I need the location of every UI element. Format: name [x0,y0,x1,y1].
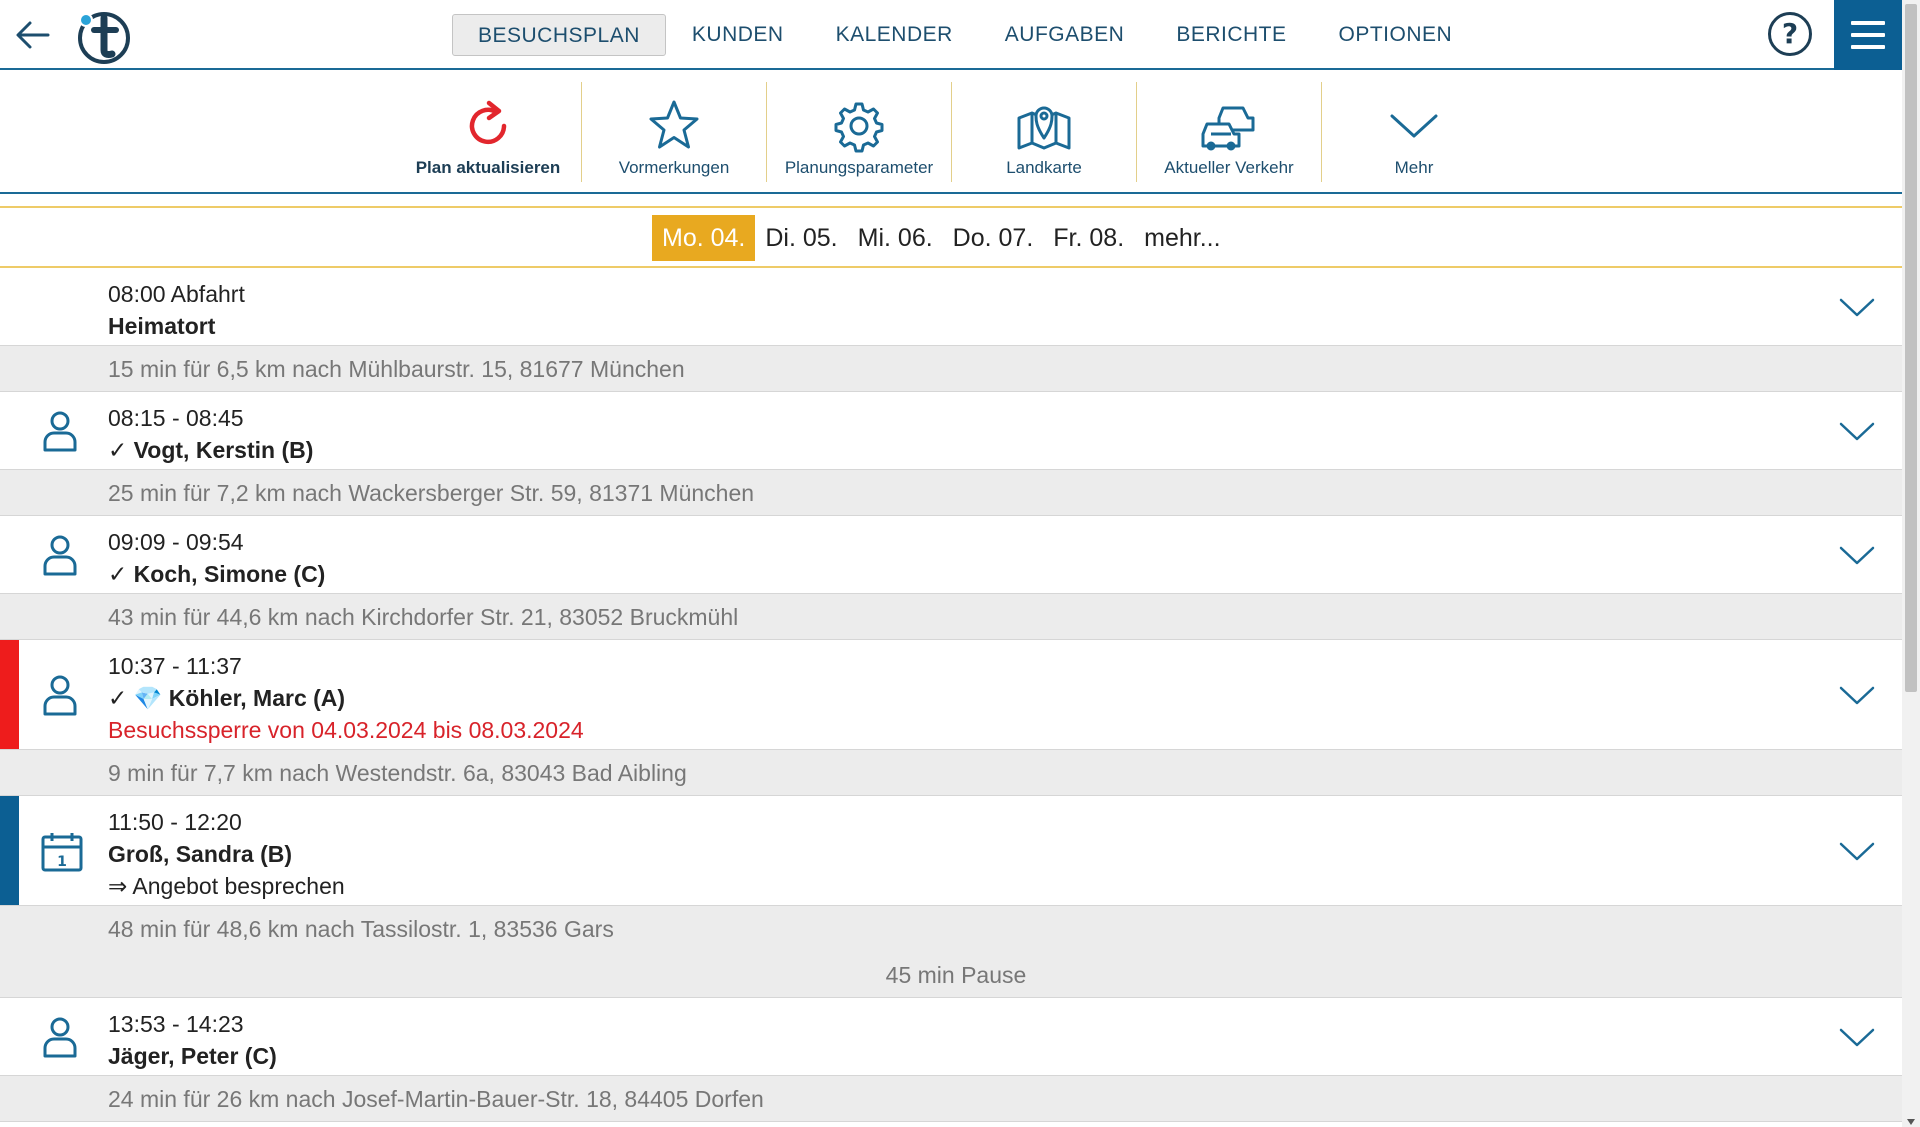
day-tabs: Mo. 04. Di. 05. Mi. 06. Do. 07. Fr. 08. … [652,215,1231,261]
visit-row[interactable]: 08:15 - 08:45 ✓ Vogt, Kerstin (B) [0,392,1902,470]
visit-name: Heimatort [108,313,216,339]
refresh-icon [469,100,507,145]
mehr-button[interactable]: Mehr [1322,82,1506,182]
visit-row[interactable]: 09:09 - 09:54 ✓ Koch, Simone (C) [0,516,1902,594]
status-stripe [0,796,19,905]
person-icon [43,675,77,716]
vormerkungen-button[interactable]: Vormerkungen [582,82,766,182]
day-tab-mi[interactable]: Mi. 06. [848,215,943,261]
nav-tab-aufgaben[interactable]: AUFGABEN [979,14,1151,56]
visit-time: 11:50 - 12:20 [108,809,242,835]
visit-row-departure[interactable]: 08:00 Abfahrt Heimatort [0,268,1902,346]
visit-text: 08:15 - 08:45 ✓ Vogt, Kerstin (B) [108,402,313,466]
expand-chevron-icon[interactable] [1838,1026,1876,1050]
nav-tab-optionen[interactable]: OPTIONEN [1313,14,1479,56]
plan-aktualisieren-button[interactable]: Plan aktualisieren [396,82,580,182]
visit-name: ✓ Koch, Simone (C) [108,561,326,587]
tool-label: Planungsparameter [784,158,934,177]
help-button[interactable]: ? [1768,12,1812,56]
back-arrow-icon[interactable] [12,14,54,56]
expand-chevron-icon[interactable] [1838,840,1876,864]
nav-tab-berichte[interactable]: BERICHTE [1150,14,1312,56]
visit-name: ✓ Vogt, Kerstin (B) [108,437,314,463]
tool-label: Aktueller Verkehr [1164,158,1294,177]
day-tab-fr[interactable]: Fr. 08. [1043,215,1134,261]
visit-text: 09:09 - 09:54 ✓ Koch, Simone (C) [108,526,325,590]
traffic-cars-icon [1201,106,1255,151]
aktueller-verkehr-button[interactable]: Aktueller Verkehr [1137,82,1321,182]
status-stripe [0,640,19,749]
route-text: 48 min für 48,6 km nach Tassilostr. 1, 8… [108,916,614,942]
expand-chevron-icon[interactable] [1838,420,1876,444]
visit-row-blocked[interactable]: 10:37 - 11:37 ✓ 💎 Köhler, Marc (A) Besuc… [0,640,1902,750]
visit-text: 11:50 - 12:20 Groß, Sandra (B) ⇒ Angebot… [108,806,345,902]
gear-icon [834,102,884,153]
tool-label: Vormerkungen [618,158,730,177]
visit-row[interactable]: 13:53 - 14:23 Jäger, Peter (C) [0,998,1902,1076]
visit-note: ⇒ Angebot besprechen [108,873,345,899]
scrollbar-thumb[interactable] [1905,4,1917,692]
landkarte-button[interactable]: Landkarte [952,82,1136,182]
nav-tab-besuchsplan[interactable]: BESUCHSPLAN [452,14,666,56]
map-icon [1017,106,1071,150]
day-tab-mehr[interactable]: mehr... [1134,215,1230,261]
expand-chevron-icon[interactable] [1838,684,1876,708]
hamburger-icon-bar [1851,33,1885,37]
visit-time: 09:09 - 09:54 [108,529,244,555]
visit-name: Jäger, Peter (C) [108,1043,277,1069]
visit-block-warning: Besuchssperre von 04.03.2024 bis 08.03.2… [108,717,584,743]
hamburger-icon-bar [1851,21,1885,25]
calendar-icon: 1 [41,833,83,872]
top-nav-bar: BESUCHSPLAN KUNDEN KALENDER AUFGABEN BER… [0,0,1902,70]
expand-chevron-icon[interactable] [1838,544,1876,568]
nav-tab-kunden[interactable]: KUNDEN [666,14,810,56]
svg-text:1: 1 [57,854,67,870]
visit-name: Groß, Sandra (B) [108,841,293,867]
route-info: 25 min für 7,2 km nach Wackersberger Str… [0,470,1902,516]
visit-time: 13:53 - 14:23 [108,1011,244,1037]
person-icon [43,1017,77,1058]
route-info: 9 min für 7,7 km nach Westendstr. 6a, 83… [0,750,1902,796]
visit-text: 08:00 Abfahrt Heimatort [108,278,245,342]
expand-chevron-icon[interactable] [1838,296,1876,320]
day-tab-do[interactable]: Do. 07. [943,215,1044,261]
route-info: 24 min für 26 km nach Josef-Martin-Bauer… [0,1076,1902,1122]
route-info: 48 min für 48,6 km nach Tassilostr. 1, 8… [0,906,1902,998]
visit-time: 10:37 - 11:37 [108,653,242,679]
visit-schedule-list: 08:00 Abfahrt Heimatort 15 min für 6,5 k… [0,268,1902,1122]
chevron-down-icon [1390,114,1438,138]
visit-time: 08:00 Abfahrt [108,281,245,307]
hamburger-icon-bar [1851,45,1885,49]
day-selector: Mo. 04. Di. 05. Mi. 06. Do. 07. Fr. 08. … [0,206,1902,268]
scroll-down-arrow-icon[interactable] [1907,1119,1915,1125]
person-icon [43,535,77,576]
main-nav: BESUCHSPLAN KUNDEN KALENDER AUFGABEN BER… [452,13,1478,57]
visit-name: ✓ 💎 Köhler, Marc (A) [108,685,346,711]
app-logo [78,12,130,64]
planungsparameter-button[interactable]: Planungsparameter [767,82,951,182]
action-toolbar: Plan aktualisieren Vormerkungen Planungs… [0,70,1902,194]
tool-label: Landkarte [1006,158,1082,177]
hamburger-menu-button[interactable] [1834,0,1902,70]
pause-info: 45 min Pause [885,962,1027,988]
visit-text: 10:37 - 11:37 ✓ 💎 Köhler, Marc (A) Besuc… [108,650,584,746]
visit-text: 13:53 - 14:23 Jäger, Peter (C) [108,1008,277,1072]
route-info: 43 min für 44,6 km nach Kirchdorfer Str.… [0,594,1902,640]
tool-label: Mehr [1394,158,1434,177]
tool-label: Plan aktualisieren [415,158,561,177]
day-tab-mo[interactable]: Mo. 04. [652,215,756,261]
nav-tab-kalender[interactable]: KALENDER [810,14,979,56]
vertical-scrollbar[interactable] [1902,0,1920,1127]
visit-time: 08:15 - 08:45 [108,405,244,431]
star-icon [649,100,699,149]
person-icon [43,411,77,452]
route-info: 15 min für 6,5 km nach Mühlbaurstr. 15, … [0,346,1902,392]
day-tab-di[interactable]: Di. 05. [755,215,847,261]
visit-row-appointment[interactable]: 1 11:50 - 12:20 Groß, Sandra (B) ⇒ Angeb… [0,796,1902,906]
